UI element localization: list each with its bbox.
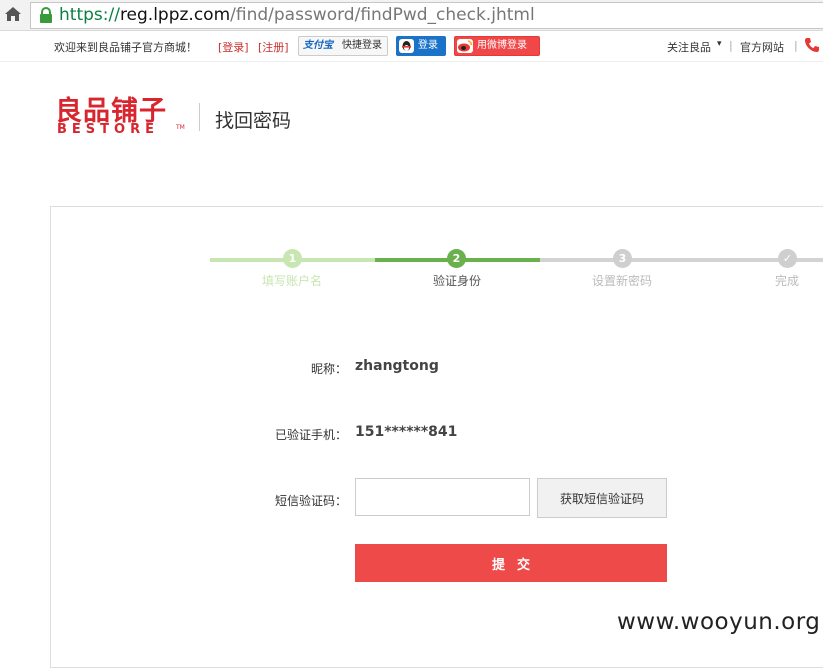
step-number: 2 bbox=[447, 249, 466, 268]
step-number: 3 bbox=[613, 249, 632, 268]
weibo-icon bbox=[457, 39, 473, 53]
divider bbox=[199, 103, 200, 131]
submit-button[interactable]: 提交 bbox=[355, 544, 667, 582]
login-link[interactable]: [登录] bbox=[218, 39, 249, 55]
check-icon: ✓ bbox=[778, 249, 797, 268]
qq-login-label: 登录 bbox=[418, 40, 438, 51]
qq-login-button[interactable]: 登录 bbox=[396, 36, 446, 56]
sms-code-label: 短信验证码： bbox=[274, 494, 347, 508]
qq-icon bbox=[399, 39, 414, 53]
official-site-link[interactable]: 官方网站 bbox=[740, 39, 784, 55]
trademark-mark: TM bbox=[176, 124, 185, 131]
nickname-label: 昵称： bbox=[310, 362, 347, 376]
phone-icon bbox=[805, 38, 819, 52]
alipay-login-button[interactable]: 支付宝 快捷登录 bbox=[298, 36, 388, 56]
home-icon[interactable] bbox=[4, 5, 22, 23]
browser-address-bar: https://reg.lppz.com/find/password/findP… bbox=[0, 0, 823, 31]
divider: | bbox=[729, 39, 733, 52]
chevron-down-icon: ▾ bbox=[717, 39, 722, 49]
sms-code-input[interactable] bbox=[355, 478, 530, 516]
nickname-value: zhangtong bbox=[355, 358, 439, 374]
url-scheme: https:// bbox=[59, 5, 120, 25]
follow-link[interactable]: 关注良品 bbox=[667, 39, 711, 55]
welcome-text: 欢迎来到良品铺子官方商城！ bbox=[54, 41, 197, 54]
get-sms-code-button[interactable]: 获取短信验证码 bbox=[537, 478, 667, 518]
site-topbar: 欢迎来到良品铺子官方商城！ [登录] [注册] 支付宝 快捷登录 登录 用微博登… bbox=[0, 31, 823, 62]
phone-label: 已验证手机： bbox=[274, 428, 347, 442]
divider: | bbox=[794, 39, 798, 52]
lock-icon bbox=[40, 7, 52, 23]
weibo-login-button[interactable]: 用微博登录 bbox=[454, 36, 540, 56]
alipay-logo: 支付宝 bbox=[303, 40, 333, 51]
page-title: 找回密码 bbox=[215, 110, 292, 132]
watermark: www.wooyun.org bbox=[617, 609, 821, 635]
step-label: 填写账户名 bbox=[262, 274, 323, 288]
brand-logo-en: BESTORE bbox=[57, 122, 159, 137]
step-label: 完成 bbox=[775, 274, 800, 288]
url-box[interactable]: https://reg.lppz.com/find/password/findP… bbox=[30, 2, 823, 29]
step-label: 验证身份 bbox=[433, 274, 482, 288]
url-path: /find/password/findPwd_check.jhtml bbox=[230, 5, 535, 25]
phone-value: 151******841 bbox=[355, 424, 458, 440]
step-number: 1 bbox=[283, 249, 302, 268]
url-host: reg.lppz.com bbox=[119, 5, 231, 25]
url-text[interactable]: https://reg.lppz.com/find/password/findP… bbox=[59, 4, 535, 26]
weibo-login-label: 用微博登录 bbox=[477, 40, 527, 51]
alipay-login-label: 快捷登录 bbox=[342, 40, 382, 51]
step-label: 设置新密码 bbox=[592, 274, 653, 288]
register-link[interactable]: [注册] bbox=[258, 39, 289, 55]
